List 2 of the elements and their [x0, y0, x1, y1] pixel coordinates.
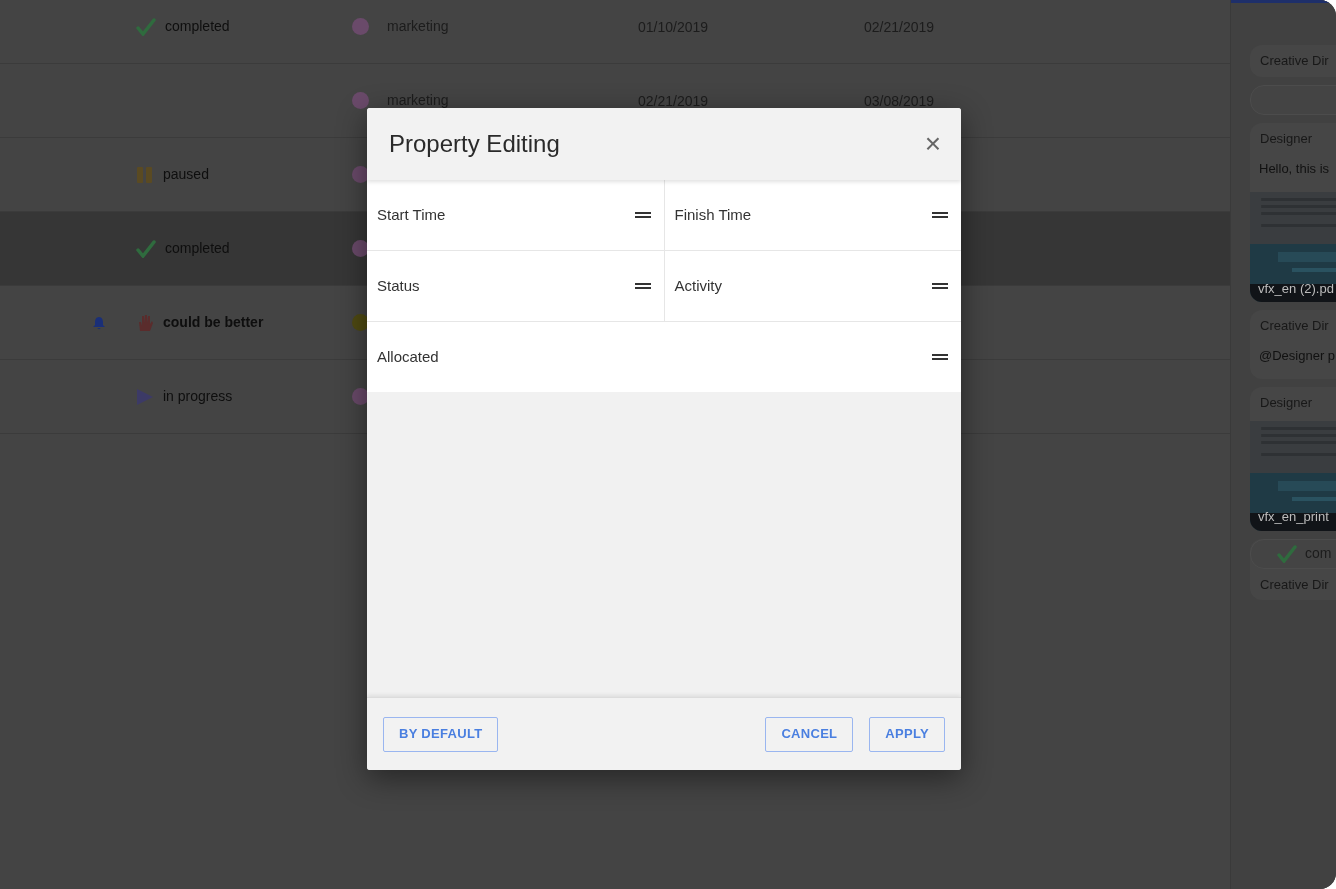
file-name: vfx_en_print — [1258, 508, 1329, 526]
file-name: vfx_en (2).pd — [1258, 279, 1334, 298]
